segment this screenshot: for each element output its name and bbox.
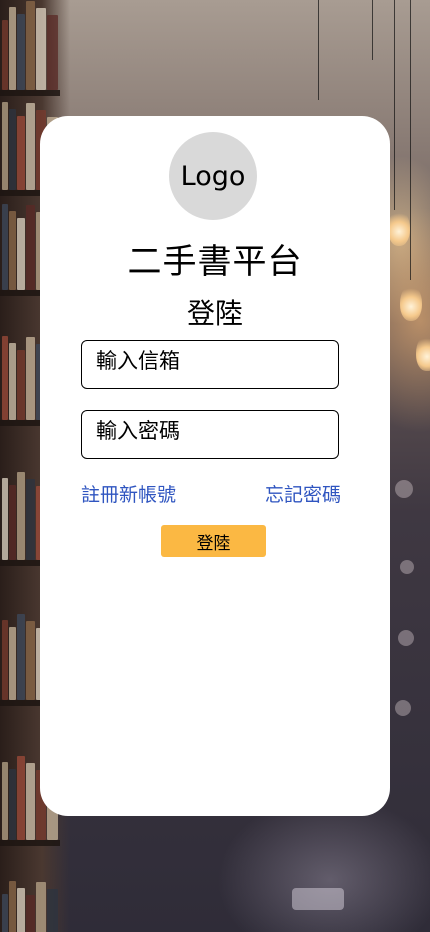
book-spine (9, 881, 16, 932)
book-spine (9, 7, 16, 90)
logo-text: Logo (180, 160, 246, 192)
lamp-wire (394, 0, 395, 210)
book-spine (9, 343, 16, 420)
book-spine (17, 116, 25, 190)
book-spine (47, 889, 58, 932)
book-spine (36, 882, 46, 932)
book-spine (9, 485, 16, 560)
book-spine (26, 1, 35, 90)
bokeh-light (395, 480, 413, 498)
book-spine (17, 888, 25, 932)
book-spine (26, 103, 35, 190)
book-spine (2, 204, 8, 290)
book-spine (17, 218, 25, 290)
book-spine (9, 109, 16, 190)
register-link[interactable]: 註冊新帳號 (81, 480, 176, 507)
book-spine (26, 621, 35, 700)
lamp-bulb (416, 335, 430, 371)
bokeh-light (400, 560, 414, 574)
shelf-board (0, 90, 60, 96)
book-spine (17, 756, 25, 840)
password-input[interactable] (82, 407, 318, 454)
book-spine (26, 895, 35, 932)
book-spine (9, 211, 16, 290)
book-spine (17, 472, 25, 560)
book-spine (2, 20, 8, 90)
book-spine (17, 14, 25, 90)
book-spine (9, 627, 16, 700)
login-heading: 登陸 (186, 297, 243, 330)
book-spine (26, 479, 35, 560)
book-spine (9, 769, 16, 840)
bokeh-light (395, 700, 411, 716)
bokeh-light (292, 888, 344, 910)
logo: Logo (169, 132, 257, 220)
book-spine (2, 620, 8, 700)
shelf-board (0, 840, 60, 846)
book-spine (2, 336, 8, 420)
forgot-password-link[interactable]: 忘記密碼 (265, 480, 341, 507)
book-spine (17, 350, 25, 420)
app-title: 二手書平台 (127, 242, 303, 282)
lamp-bulb (400, 285, 422, 321)
lamp-bulb (388, 210, 410, 246)
bokeh-light (398, 630, 414, 646)
book-spine (36, 8, 46, 90)
login-button[interactable]: 登陸 (161, 525, 266, 557)
lamp-wire (372, 0, 373, 60)
email-input[interactable] (82, 337, 318, 384)
book-spine (26, 763, 35, 840)
book-spine (2, 762, 8, 840)
lamp-wire (318, 0, 319, 100)
book-spine (47, 15, 58, 90)
password-field[interactable] (81, 407, 339, 459)
book-spine (2, 102, 8, 190)
login-card: Logo 二手書平台 登陸 註冊新帳號 忘記密碼 登陸 (40, 116, 390, 816)
lamp-wire (410, 0, 411, 280)
book-spine (26, 337, 35, 420)
book-spine (17, 614, 25, 700)
book-spine (26, 205, 35, 290)
book-spine (2, 478, 8, 560)
email-field[interactable] (81, 337, 339, 389)
book-spine (2, 894, 8, 932)
